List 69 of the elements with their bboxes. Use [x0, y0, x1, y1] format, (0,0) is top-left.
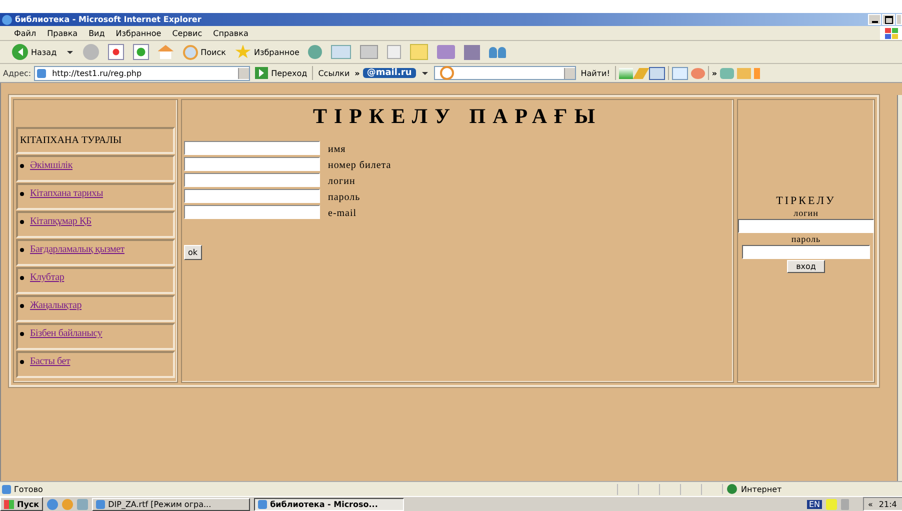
address-label: Адрес:	[3, 68, 32, 78]
bullet-icon	[20, 360, 24, 364]
more-button[interactable]: »	[712, 68, 718, 78]
page-heading: ТІРКЕЛУ ПАРАҒЫ	[312, 104, 604, 129]
bullet-icon	[20, 192, 24, 196]
bullet-icon	[20, 220, 24, 224]
input-field[interactable]	[184, 205, 320, 219]
field-label: e-mail	[328, 208, 357, 219]
dropdown-arrow-icon[interactable]	[422, 72, 428, 74]
forward-button[interactable]	[80, 44, 101, 60]
field-label: имя	[328, 144, 346, 155]
submit-button[interactable]: ok	[184, 245, 202, 260]
input-field[interactable]	[184, 141, 320, 155]
search-field[interactable]	[434, 66, 576, 80]
clock: 21:4	[878, 500, 897, 508]
login-field[interactable]	[738, 219, 874, 233]
field-label: пароль	[328, 192, 360, 203]
links-button[interactable]: Ссылки	[316, 68, 352, 78]
bullet-icon	[20, 332, 24, 336]
taskbar-button[interactable]: DIP_ZA.rtf [Режим огра...	[92, 498, 250, 510]
taskbar-button[interactable]: библиотека - Microsо...	[254, 498, 404, 510]
language-indicator[interactable]: EN	[806, 500, 822, 508]
menu-item[interactable]: Вид	[88, 28, 105, 38]
bullet-icon	[20, 248, 24, 252]
sidebar-link[interactable]: Басты бет	[30, 356, 70, 367]
login-title: ТІРКЕЛУ	[776, 195, 836, 207]
restore-button[interactable]	[882, 14, 895, 25]
status-text: Готово	[0, 484, 617, 494]
login-label: логин	[794, 208, 818, 218]
refresh-button[interactable]	[130, 44, 151, 60]
mail-logo[interactable]: @mail.ru	[362, 68, 416, 78]
sidebar-link[interactable]: Кітапхана тарихы	[30, 188, 103, 199]
bullet-icon	[20, 276, 24, 280]
sidebar-link[interactable]: Жаңалықтар	[30, 300, 82, 311]
start-button[interactable]: Пуск	[0, 497, 44, 511]
dropdown-arrow-icon[interactable]	[66, 50, 73, 54]
minimize-button[interactable]	[868, 14, 881, 25]
sidebar-link[interactable]: Бізбен байланысу	[30, 328, 102, 339]
stop-button[interactable]	[106, 44, 126, 60]
expand-button[interactable]: «	[868, 500, 873, 508]
more-button[interactable]: »	[354, 68, 360, 78]
input-field[interactable]	[184, 189, 320, 203]
window-title: библиотека - Microsoft Internet Explorer	[15, 15, 202, 24]
find-button[interactable]: Найти!	[578, 68, 612, 78]
menu-item[interactable]: Справка	[213, 28, 248, 38]
menu-item[interactable]: Правка	[47, 28, 78, 38]
password-field[interactable]	[742, 245, 870, 259]
sidebar-header: КІТАПХАНА ТУРАЛЫ	[16, 127, 175, 154]
menu-item[interactable]: Файл	[14, 28, 36, 38]
sidebar-link[interactable]: Кітапқұмар ҚБ	[30, 216, 92, 227]
sidebar-link[interactable]: Әкімшілік	[30, 160, 72, 171]
field-label: номер билета	[328, 160, 392, 171]
favorites-button[interactable]: Избранное	[232, 44, 302, 60]
menu-item[interactable]: Сервис	[172, 28, 202, 38]
menu-item[interactable]: Избранное	[116, 28, 162, 38]
login-button[interactable]: вход	[787, 260, 825, 273]
zone-text: Интернет	[722, 484, 902, 494]
windows-logo-icon	[880, 26, 902, 40]
address-field[interactable]: http://test1.ru/reg.php	[34, 66, 250, 80]
field-label: логин	[328, 176, 356, 187]
search-button[interactable]: Поиск	[180, 44, 228, 60]
password-label: пароль	[791, 234, 821, 244]
input-field[interactable]	[184, 173, 320, 187]
bullet-icon	[20, 164, 24, 168]
input-field[interactable]	[184, 157, 320, 171]
back-button[interactable]: Назад	[10, 44, 59, 60]
sidebar-link[interactable]: Клубтар	[30, 272, 64, 283]
go-button[interactable]: Переход	[253, 67, 310, 79]
bullet-icon	[20, 304, 24, 308]
